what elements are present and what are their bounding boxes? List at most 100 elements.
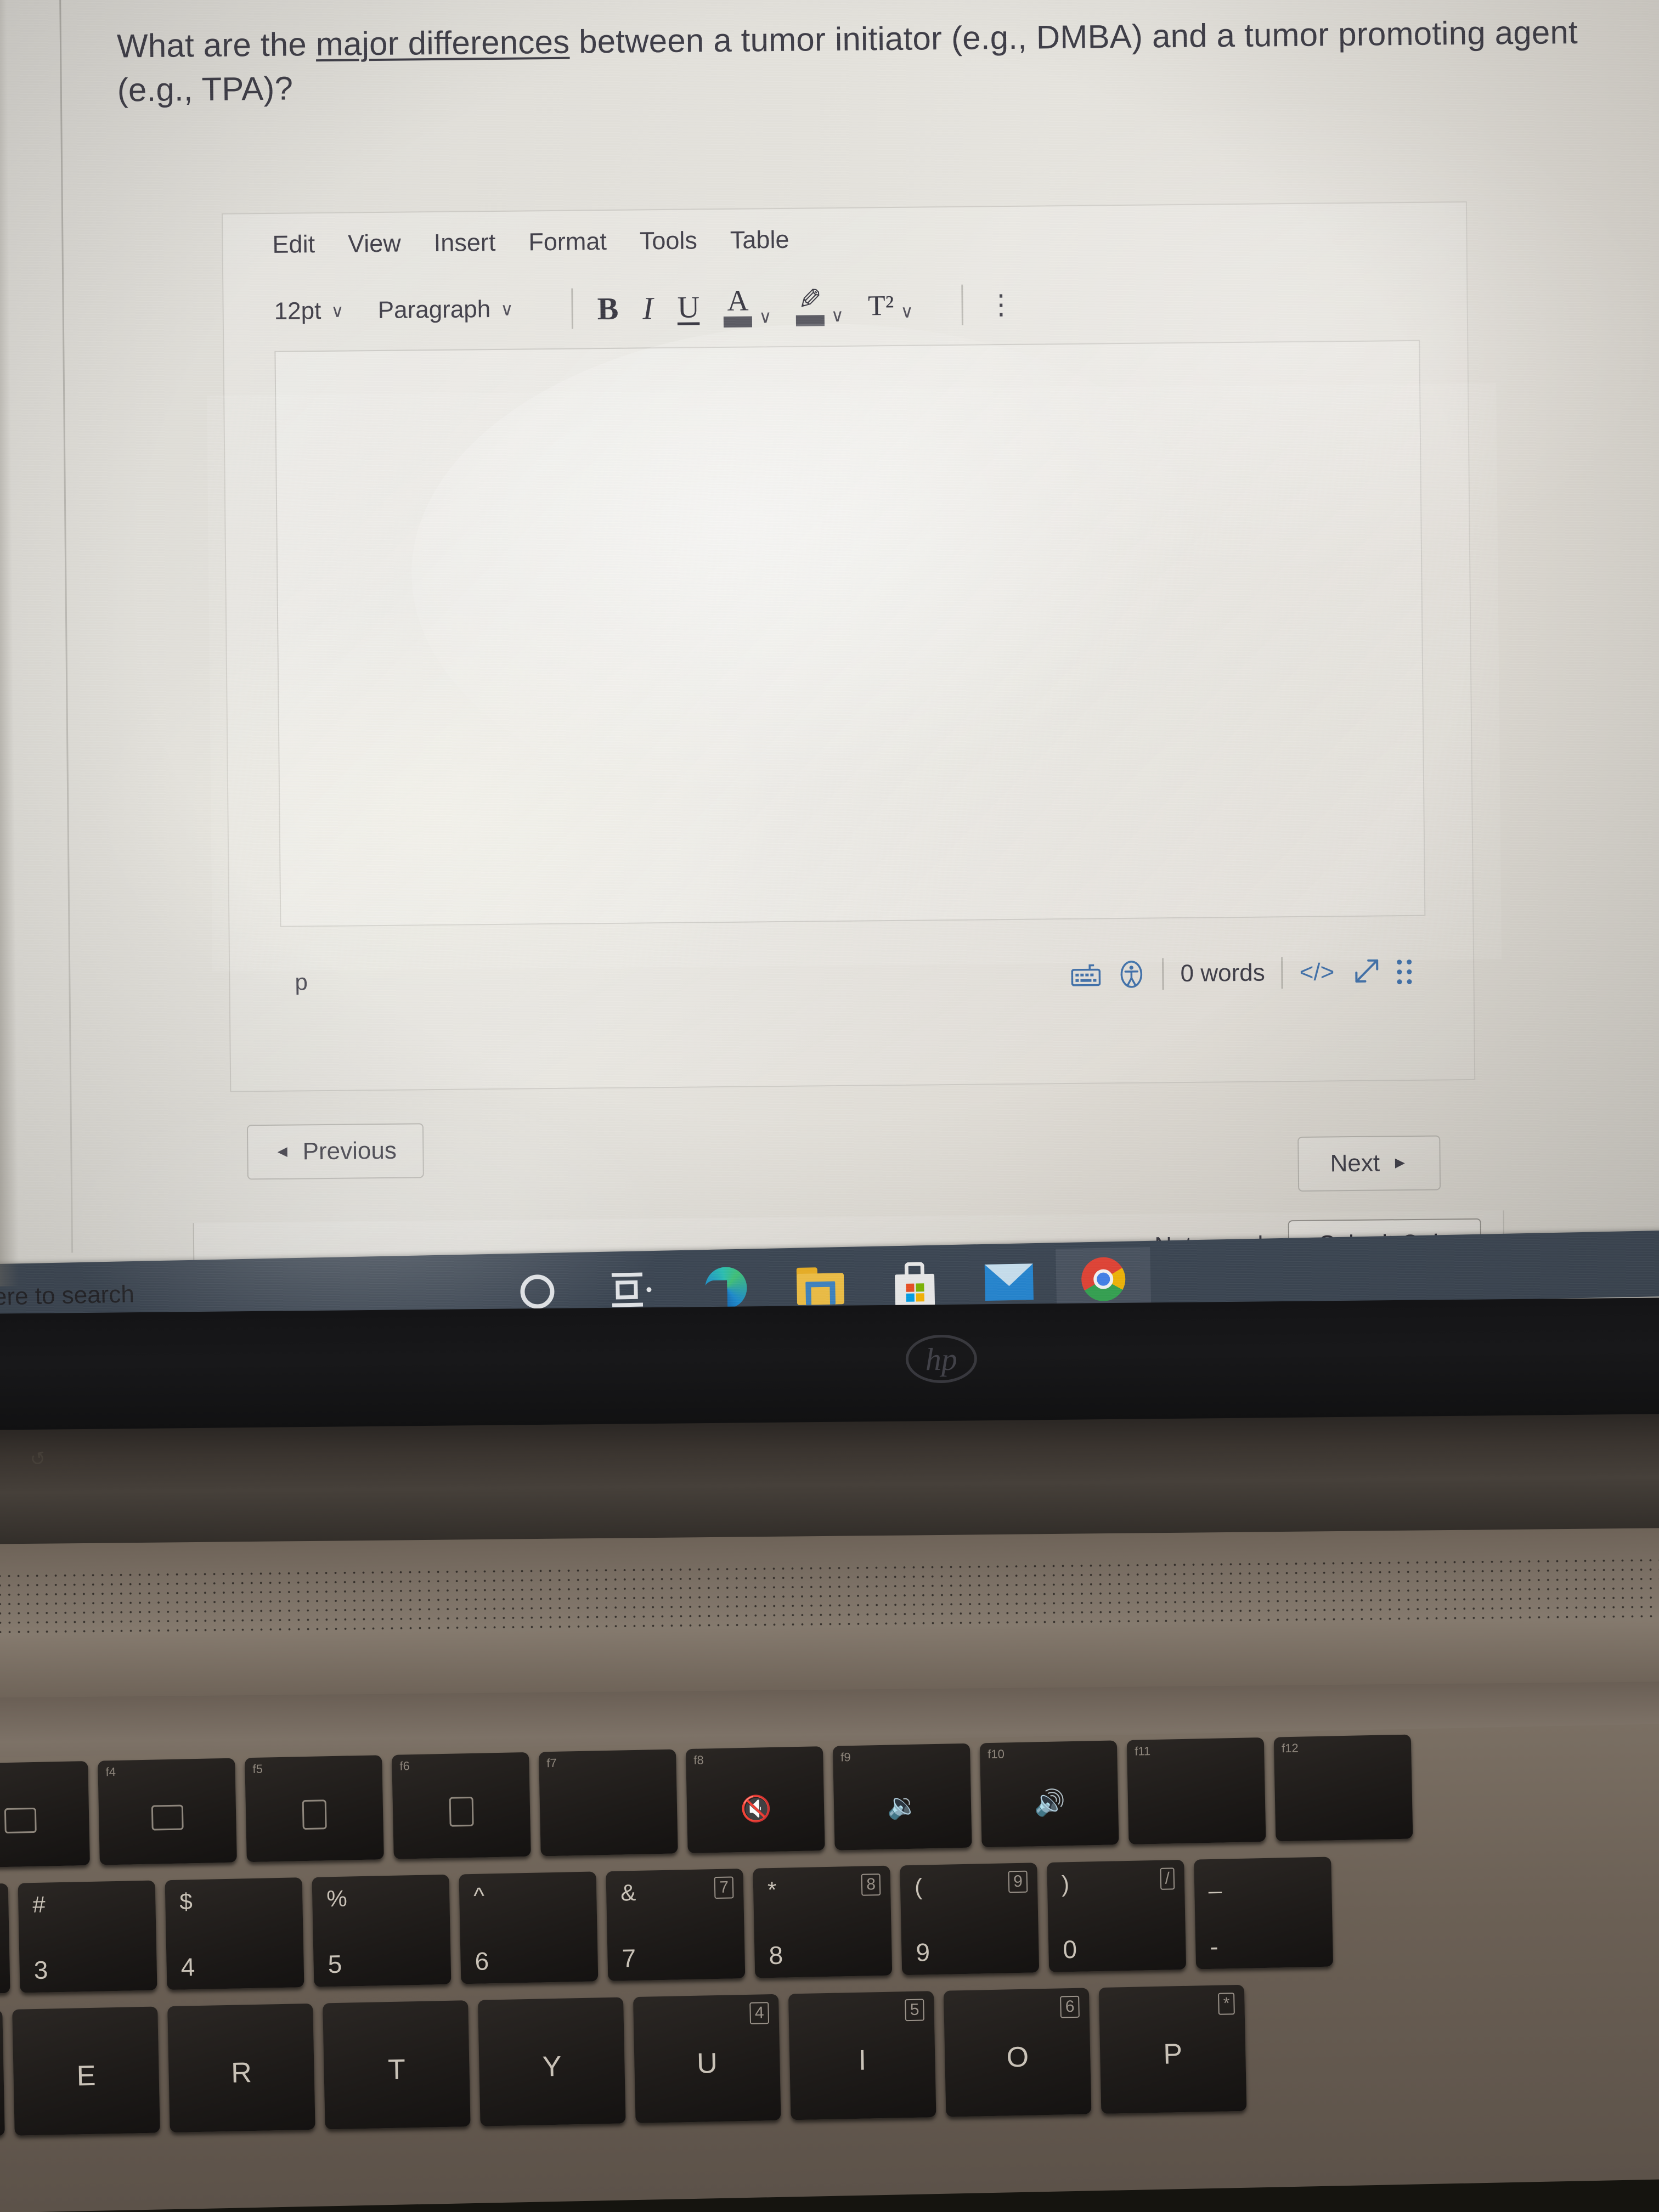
key-label: Y: [542, 2050, 562, 2083]
previous-button[interactable]: ◄ Previous: [246, 1123, 424, 1180]
fullscreen-icon[interactable]: [1351, 957, 1381, 988]
underline-button[interactable]: U: [677, 290, 699, 325]
key-fn-label: f5: [252, 1762, 263, 1776]
key-label: P: [1163, 2038, 1183, 2070]
highlight-color-swatch: [795, 314, 825, 326]
brightness-up-icon: [449, 1797, 474, 1827]
key-9[interactable]: ( 9 9: [900, 1863, 1040, 1976]
next-button[interactable]: Next ►: [1297, 1135, 1441, 1192]
keyboard-shortcuts-icon[interactable]: [1071, 963, 1101, 986]
key-f6[interactable]: f6: [392, 1752, 531, 1859]
key-lower-label: 8: [768, 1940, 783, 1970]
mute-icon: 🔇: [740, 1794, 772, 1824]
laptop-keyboard[interactable]: f3 f4 f5 f6 f7 f: [0, 1722, 1659, 2212]
key-4[interactable]: $ 4: [165, 1877, 304, 1990]
key-lower-label: 9: [915, 1938, 930, 1967]
key-label: E: [76, 2060, 97, 2092]
key-numpad-label: 7: [714, 1876, 734, 1899]
key-fn-label: f7: [546, 1756, 557, 1770]
more-options-icon[interactable]: ⋮: [987, 289, 1015, 319]
key-minus[interactable]: _ -: [1194, 1857, 1334, 1970]
chevron-down-icon[interactable]: ∨: [831, 305, 844, 326]
bold-label: B: [597, 290, 619, 326]
key-u[interactable]: U 4: [633, 1994, 781, 2124]
block-format-select[interactable]: Paragraph ∨: [378, 296, 514, 324]
key-i[interactable]: I 5: [788, 1991, 936, 2120]
key-f11[interactable]: f11: [1126, 1737, 1266, 1844]
key-2[interactable]: @ 2: [0, 1883, 10, 1996]
next-label: Next: [1330, 1149, 1380, 1177]
font-size-select[interactable]: 12pt ∨: [274, 297, 344, 325]
key-lower-label: 7: [622, 1944, 636, 1973]
key-0[interactable]: ) 0 /: [1047, 1859, 1187, 1972]
keyboard-backlight-icon: [4, 1808, 37, 1834]
key-f10[interactable]: f10 🔊: [979, 1740, 1119, 1848]
key-f7[interactable]: f7: [538, 1749, 678, 1857]
text-color-button[interactable]: A ∨: [724, 284, 772, 328]
key-w[interactable]: W: [0, 2010, 5, 2139]
key-f3[interactable]: f3: [0, 1760, 90, 1868]
rich-text-editor: Edit View Insert Format Tools Table 12pt…: [221, 201, 1476, 1092]
key-p[interactable]: P *: [1098, 1984, 1247, 2114]
key-o[interactable]: O 6: [943, 1988, 1092, 2117]
accessibility-checker-icon[interactable]: [1117, 960, 1146, 989]
key-y[interactable]: Y: [478, 1997, 626, 2126]
key-upper-label: *: [767, 1876, 777, 1903]
key-numpad-label: 9: [1008, 1870, 1028, 1893]
key-numpad-label: 4: [749, 2002, 770, 2024]
key-8[interactable]: * 8 8: [753, 1865, 893, 1978]
key-t[interactable]: T: [323, 2000, 471, 2130]
menu-item-view[interactable]: View: [348, 229, 401, 258]
key-fn-label: f10: [987, 1747, 1005, 1762]
keyboard-function-row: f3 f4 f5 f6 f7 f: [0, 1734, 1413, 1868]
google-chrome-icon: [1081, 1256, 1126, 1302]
key-f12[interactable]: f12: [1273, 1734, 1413, 1842]
menu-item-tools[interactable]: Tools: [640, 226, 698, 255]
chevron-down-icon[interactable]: ∨: [759, 306, 772, 327]
microsoft-edge-icon: [704, 1266, 748, 1310]
text-color-label: A: [727, 284, 749, 318]
key-5[interactable]: % 5: [312, 1874, 452, 1987]
key-3[interactable]: # 3: [18, 1880, 157, 1993]
question-underlined-phrase: major differences: [315, 23, 570, 63]
menu-item-insert[interactable]: Insert: [434, 228, 496, 257]
key-label: I: [858, 2044, 867, 2077]
key-f8[interactable]: f8 🔇: [685, 1746, 825, 1854]
superscript-button[interactable]: T² ∨: [868, 289, 913, 322]
key-f5[interactable]: f5: [245, 1755, 384, 1863]
key-fn-label: f4: [105, 1764, 116, 1779]
key-lower-label: -: [1209, 1932, 1219, 1961]
menu-item-table[interactable]: Table: [730, 225, 789, 255]
laptop-photo: What are the major differences between a…: [0, 0, 1659, 2212]
chevron-down-icon[interactable]: ∨: [900, 301, 913, 321]
italic-label: I: [642, 290, 653, 326]
key-numpad-label: 8: [861, 1874, 881, 1896]
key-r[interactable]: R: [167, 2003, 315, 2133]
key-6[interactable]: ^ 6: [459, 1871, 599, 1984]
quiz-page: What are the major differences between a…: [0, 0, 1659, 1289]
source-code-icon[interactable]: </>: [1299, 958, 1334, 986]
key-7[interactable]: & 7 7: [606, 1869, 746, 1982]
key-upper-label: (: [914, 1874, 923, 1900]
menu-item-format[interactable]: Format: [528, 227, 607, 256]
bold-button[interactable]: B: [597, 290, 618, 326]
key-e[interactable]: E: [12, 2006, 160, 2136]
highlighter-pen-icon: ✎: [798, 284, 822, 316]
toolbar-divider: [571, 288, 573, 329]
key-label: U: [696, 2047, 718, 2080]
key-f9[interactable]: f9 🔉: [832, 1743, 972, 1850]
key-lower-label: 6: [475, 1946, 489, 1976]
screen-switch-icon: [151, 1804, 184, 1831]
answer-textarea[interactable]: [274, 340, 1426, 927]
key-numpad-label: /: [1160, 1867, 1175, 1890]
italic-button[interactable]: I: [642, 290, 653, 326]
status-divider: [1281, 957, 1284, 989]
element-path[interactable]: p: [295, 969, 308, 995]
editor-menu-bar: Edit View Insert Format Tools Table: [223, 202, 1466, 276]
key-fn-label: f9: [840, 1750, 851, 1764]
menu-item-edit[interactable]: Edit: [272, 230, 315, 259]
highlight-color-button[interactable]: ✎ ∨: [795, 284, 844, 326]
key-upper-label: #: [32, 1891, 46, 1918]
resize-grip-icon[interactable]: [1397, 959, 1412, 984]
key-f4[interactable]: f4: [98, 1758, 237, 1865]
